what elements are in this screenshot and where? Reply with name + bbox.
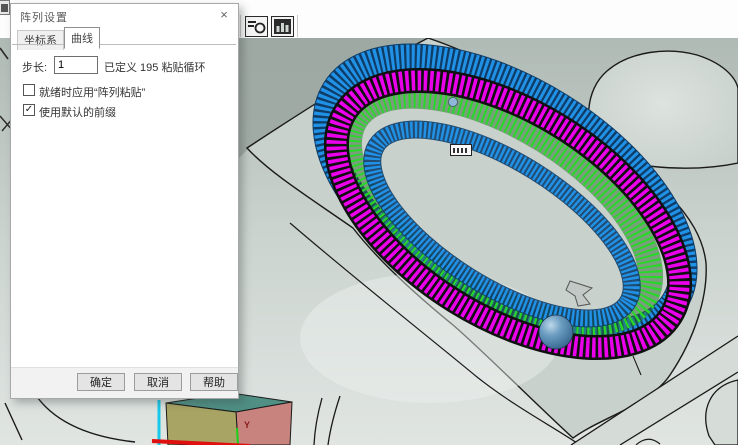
dialog-titlebar[interactable]: 阵列设置 × [11,4,238,26]
defined-loops-text: 已定义 195 粘贴循环 [104,59,205,75]
fragment-icon [1,4,8,12]
cancel-button[interactable]: 取消 [134,373,182,391]
sphere-handle[interactable] [539,315,573,349]
curve-point-handle[interactable] [449,98,458,107]
dialog-tabs: 坐标系曲线 [17,27,100,44]
checkbox-checked[interactable]: ✓ [23,104,35,116]
histogram-icon[interactable] [271,16,294,37]
step-input[interactable] [54,56,98,74]
dialog-title: 阵列设置 [20,9,68,25]
close-icon[interactable]: × [216,7,232,23]
render-icon[interactable] [245,16,268,37]
toolbar-separator [297,15,298,37]
toolbar-separator [240,15,241,37]
default-prefix-row: ✓ 使用默认的前缀 [23,104,228,116]
tab-coordinate-system[interactable]: 坐标系 [17,30,64,50]
step-label: 步长: [22,59,47,75]
tab-curve[interactable]: 曲线 [64,27,100,49]
tag-text-blur [453,148,469,153]
checkbox-unchecked[interactable] [23,84,35,96]
step-row: 步长: 已定义 195 粘贴循环 [22,56,232,74]
dialog-footer: 确定 取消 帮助 [11,367,238,398]
y-axis-edge [237,428,238,445]
apply-on-ready-label: 就绪时应用“阵列粘贴” [39,84,145,100]
help-button[interactable]: 帮助 [190,373,238,391]
default-prefix-label: 使用默认的前缀 [39,104,116,120]
tab-underline [12,44,236,45]
apply-on-ready-row: 就绪时应用“阵列粘贴” [23,84,228,96]
array-instance-tag[interactable] [450,144,472,156]
cube-axis-label: Y [244,420,250,430]
ok-button[interactable]: 确定 [77,373,125,391]
application-window: Y 阵列设置 × 坐标系曲线 步长: 已定义 195 粘贴循环 就绪时应用“阵列… [0,0,738,445]
toolbar-button-fragment[interactable] [0,0,10,15]
array-settings-dialog: 阵列设置 × 坐标系曲线 步长: 已定义 195 粘贴循环 就绪时应用“阵列粘贴… [10,3,239,399]
